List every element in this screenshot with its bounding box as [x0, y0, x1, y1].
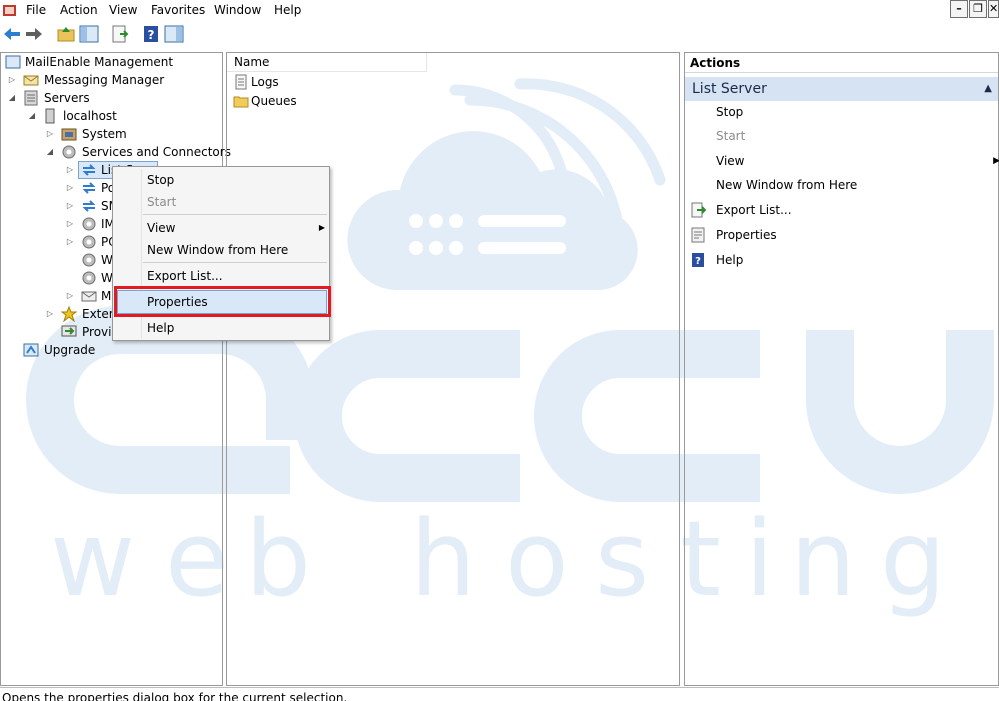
- log-file-icon: [235, 74, 247, 90]
- mmc-app-icon: [3, 5, 16, 16]
- results-pane: Name Logs Queues: [226, 52, 680, 686]
- upgrade-icon: [23, 343, 39, 357]
- action-start: Start: [716, 129, 746, 143]
- menu-window[interactable]: Window: [212, 2, 263, 19]
- expand-arrow-icon[interactable]: ▷: [7, 71, 17, 89]
- action-view[interactable]: View ▶: [716, 152, 999, 170]
- status-text: Opens the properties dialog box for the …: [2, 691, 348, 701]
- context-export-list[interactable]: Export List...: [147, 266, 223, 286]
- help-icon: ?: [692, 253, 704, 267]
- gear-icon: [62, 145, 76, 159]
- column-header-name[interactable]: Name: [227, 53, 427, 72]
- actions-section-list-server[interactable]: List Server ▲: [685, 77, 998, 101]
- envelope-icon: [23, 75, 39, 86]
- back-arrow-icon[interactable]: [2, 24, 22, 44]
- context-help[interactable]: Help: [147, 318, 174, 338]
- collapse-arrow-icon[interactable]: ◢: [7, 89, 17, 107]
- connector-arrows-icon: [82, 164, 96, 176]
- context-start: Start: [147, 195, 177, 209]
- gear-icon: [82, 217, 96, 231]
- context-view[interactable]: View ▶: [147, 218, 325, 238]
- show-hide-tree-icon[interactable]: [79, 24, 99, 44]
- collapse-section-icon[interactable]: ▲: [984, 77, 992, 101]
- collapse-arrow-icon[interactable]: ◢: [27, 107, 37, 125]
- context-new-window[interactable]: New Window from Here: [147, 240, 288, 260]
- menu-separator: [143, 262, 327, 263]
- submenu-arrow-icon: ▶: [993, 156, 999, 166]
- properties-icon: [691, 227, 705, 243]
- extensions-icon: [61, 306, 77, 322]
- expand-arrow-icon[interactable]: ▷: [65, 197, 75, 215]
- connector-arrows-icon: [82, 182, 96, 194]
- menu-bar: File Action View Favorites Window Help –…: [0, 0, 999, 21]
- menu-action[interactable]: Action: [58, 2, 100, 19]
- collapse-arrow-icon[interactable]: ◢: [45, 143, 55, 161]
- svg-text:?: ?: [148, 28, 155, 42]
- mail-icon: [81, 291, 97, 302]
- expand-arrow-icon[interactable]: ▷: [65, 161, 75, 179]
- actions-pane: Actions List Server ▲ Stop Start View ▶ …: [684, 52, 999, 686]
- menu-view[interactable]: View: [107, 2, 139, 19]
- console-root-icon: [5, 55, 21, 69]
- provisioning-icon: [61, 325, 77, 337]
- servers-icon: [24, 90, 38, 106]
- console-tree-pane: MailEnable Management ▷ Messaging Manage…: [0, 52, 231, 686]
- expand-arrow-icon[interactable]: ▷: [65, 215, 75, 233]
- actions-header: Actions: [685, 53, 998, 73]
- close-button[interactable]: ✕: [988, 0, 999, 18]
- svg-text:?: ?: [695, 256, 701, 267]
- annotation-highlight-box: [114, 286, 331, 317]
- gear-icon: [82, 271, 96, 285]
- expand-arrow-icon[interactable]: ▷: [65, 233, 75, 251]
- menu-help[interactable]: Help: [272, 2, 303, 19]
- menu-favorites[interactable]: Favorites: [149, 2, 207, 19]
- forward-arrow-icon[interactable]: [24, 24, 44, 44]
- gear-icon: [82, 253, 96, 267]
- connector-arrows-icon: [82, 200, 96, 212]
- up-folder-icon[interactable]: [56, 24, 76, 44]
- expand-arrow-icon[interactable]: ▷: [65, 287, 75, 305]
- status-bar: Opens the properties dialog box for the …: [0, 687, 999, 701]
- menu-file[interactable]: File: [24, 2, 48, 19]
- gear-icon: [82, 235, 96, 249]
- minimize-button[interactable]: –: [950, 0, 968, 18]
- expand-arrow-icon[interactable]: ▷: [45, 305, 55, 323]
- folder-icon: [233, 96, 249, 108]
- server-icon: [45, 108, 55, 124]
- expand-arrow-icon[interactable]: ▷: [45, 125, 55, 143]
- action-stop[interactable]: Stop: [716, 103, 743, 121]
- action-new-window[interactable]: New Window from Here: [716, 176, 857, 194]
- export-list-icon: [691, 202, 706, 218]
- context-stop[interactable]: Stop: [147, 170, 174, 190]
- action-export-list[interactable]: Export List...: [716, 201, 792, 219]
- export-list-icon[interactable]: [110, 24, 130, 44]
- action-properties[interactable]: Properties: [716, 226, 777, 244]
- menu-separator: [143, 214, 327, 215]
- system-icon: [61, 128, 77, 141]
- action-help[interactable]: Help: [716, 251, 743, 269]
- help-icon[interactable]: ?: [141, 24, 161, 44]
- submenu-arrow-icon: ▶: [318, 223, 325, 232]
- toolbar: ?: [0, 22, 999, 48]
- restore-button[interactable]: ❐: [969, 0, 987, 18]
- expand-arrow-icon[interactable]: ▷: [65, 179, 75, 197]
- show-hide-action-pane-icon[interactable]: [164, 24, 184, 44]
